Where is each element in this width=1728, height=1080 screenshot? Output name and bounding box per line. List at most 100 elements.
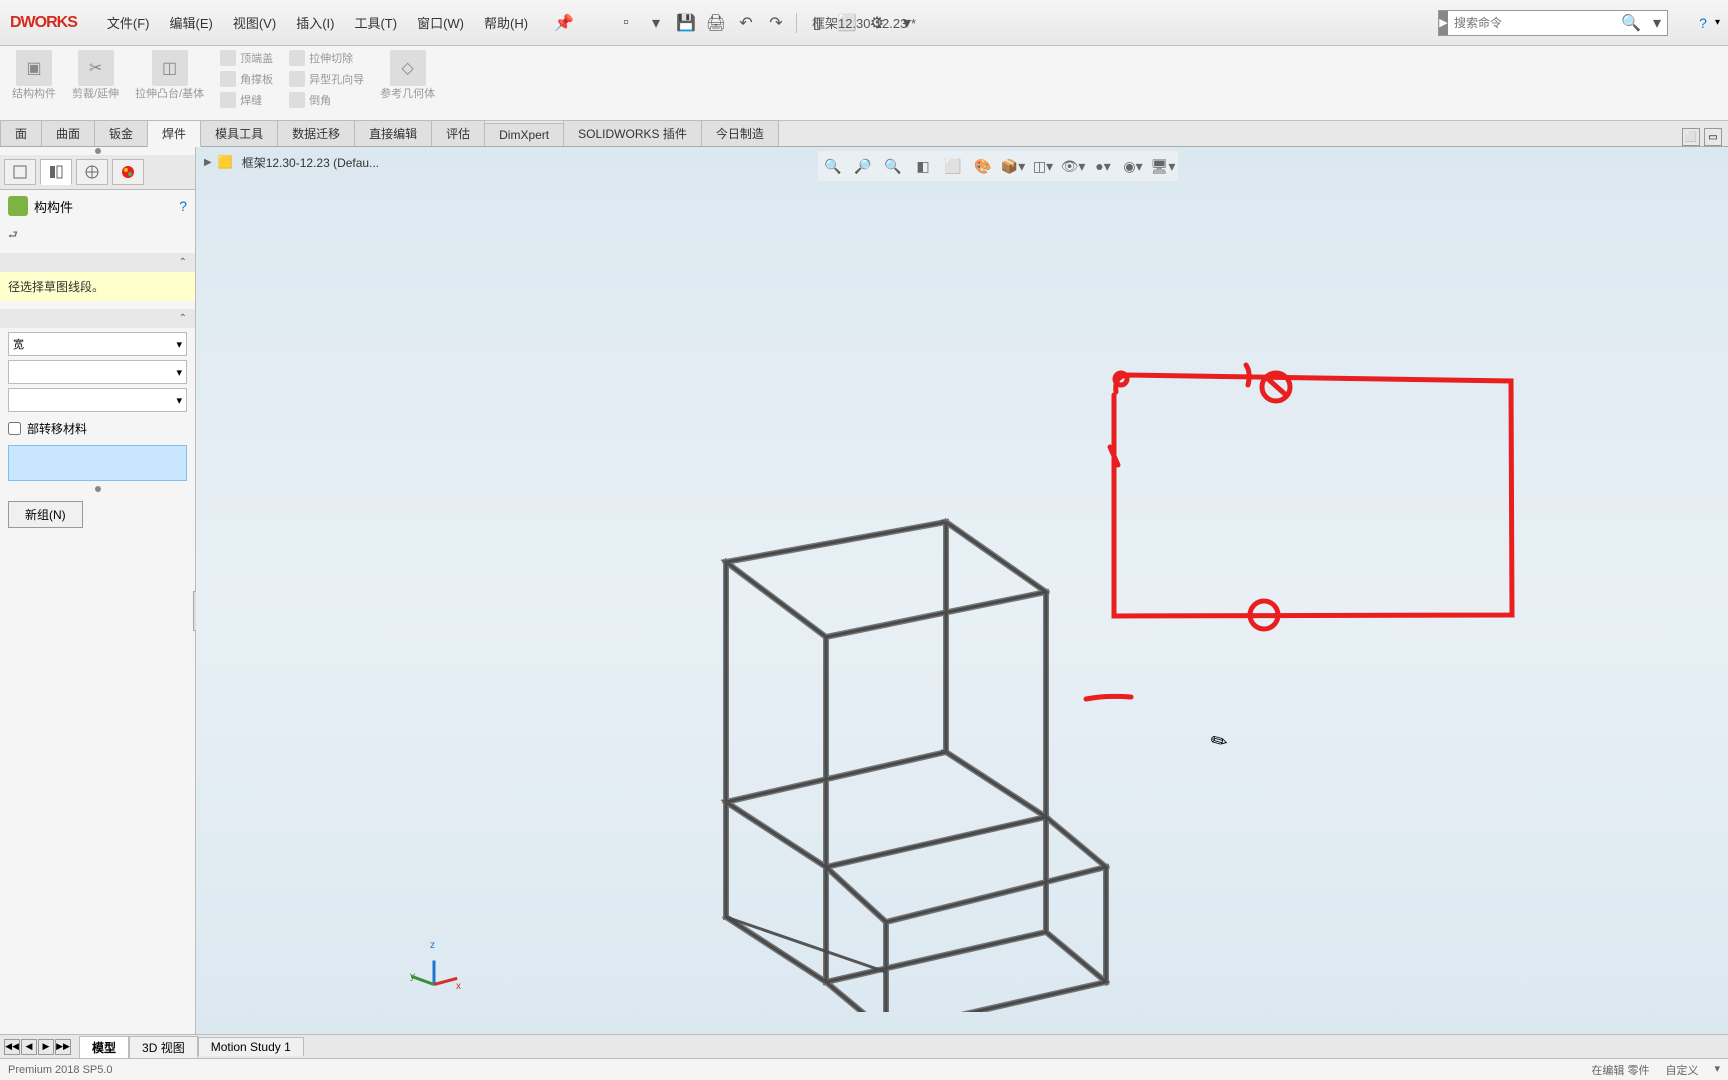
side-tab-appearance[interactable] [112, 159, 144, 185]
structural-member-panel-icon [8, 196, 28, 216]
tab-surface[interactable]: 曲面 [41, 120, 95, 146]
bottom-tab-motion[interactable]: Motion Study 1 [198, 1037, 304, 1056]
menu-edit[interactable]: 编辑(E) [160, 7, 223, 38]
menu-tools[interactable]: 工具(T) [344, 7, 407, 38]
ribbon-hole-wizard[interactable]: 异型孔向导 [285, 69, 368, 89]
menu-help[interactable]: 帮助(H) [474, 7, 538, 38]
tabs-expand-icon[interactable]: ⬜ [1682, 128, 1700, 146]
bottom-tab-bar: ◀◀ ◀ ▶ ▶▶ 模型 3D 视图 Motion Study 1 [0, 1034, 1728, 1058]
y-label: y [410, 971, 415, 982]
new-group-button[interactable]: 新组(N) [8, 501, 83, 528]
section-header-1[interactable]: ⌃ [0, 253, 195, 272]
tab-direct-edit[interactable]: 直接编辑 [354, 120, 432, 146]
tab-nav-prev-icon[interactable]: ◀ [21, 1039, 37, 1055]
extrude-boss-icon: ◫ [152, 50, 188, 86]
main-menu: 文件(F) 编辑(E) 视图(V) 插入(I) 工具(T) 窗口(W) 帮助(H… [97, 7, 538, 38]
help-question-icon[interactable]: ? [1699, 15, 1707, 31]
side-tab-config[interactable] [76, 159, 108, 185]
bottom-tab-model[interactable]: 模型 [79, 1036, 129, 1058]
ref-geom-icon: ◇ [390, 50, 426, 86]
side-tab-feature-tree[interactable] [4, 159, 36, 185]
new-doc-icon[interactable]: ▫ [612, 9, 640, 37]
type-dropdown[interactable]: ▾ [8, 360, 187, 384]
chevron-up-icon[interactable]: ⌃ [179, 257, 187, 268]
bottom-tab-3d-view[interactable]: 3D 视图 [129, 1036, 198, 1058]
property-manager: 构构件 ? ⮐ ⌃ 径选择草图线段。 ⌃ 宽▾ ▾ ▾ 部转移材料 新组(N) [0, 147, 196, 1034]
help-dropdown-icon[interactable]: ▾ [1715, 17, 1720, 28]
size-dropdown[interactable]: ▾ [8, 388, 187, 412]
ribbon-weld-bead[interactable]: 焊缝 [216, 90, 277, 110]
menu-window[interactable]: 窗口(W) [407, 7, 474, 38]
search-menu-icon[interactable]: ▶ [1439, 11, 1448, 35]
tab-data-migration[interactable]: 数据迁移 [277, 120, 355, 146]
x-axis [434, 977, 458, 986]
redo-icon[interactable]: ↷ [762, 9, 790, 37]
gusset-icon [220, 71, 236, 87]
tab-weldments[interactable]: 焊件 [147, 120, 201, 147]
tab-nav-first-icon[interactable]: ◀◀ [4, 1039, 20, 1055]
transfer-material-checkbox[interactable]: 部转移材料 [0, 416, 195, 441]
search-dropdown-icon[interactable]: ▾ [1647, 13, 1667, 33]
section-header-2[interactable]: ⌃ [0, 309, 195, 328]
chevron-up-icon[interactable]: ⌃ [179, 313, 187, 324]
app-logo: DWORKS [0, 14, 87, 32]
ribbon-chamfer[interactable]: 倒角 [285, 90, 368, 110]
transfer-material-input[interactable] [8, 422, 21, 435]
x-label: x [456, 981, 461, 992]
z-axis [433, 961, 436, 985]
save-icon[interactable]: 💾 [672, 9, 700, 37]
ribbon-ref-geom[interactable]: ◇ 参考几何体 [372, 48, 443, 118]
menu-view[interactable]: 视图(V) [223, 7, 286, 38]
ribbon-structural-member[interactable]: ▣ 结构构件 [4, 48, 64, 118]
search-magnify-icon[interactable]: 🔍 [1615, 13, 1647, 33]
z-label: z [430, 940, 435, 951]
pin-back-icon[interactable]: ⮐ [0, 222, 195, 249]
selection-box[interactable] [8, 445, 187, 481]
tab-face[interactable]: 面 [0, 120, 42, 146]
menu-insert[interactable]: 插入(I) [286, 7, 344, 38]
dropdown-icon: ▾ [176, 366, 182, 379]
status-dropdown-icon[interactable]: ▾ [1714, 1062, 1720, 1078]
print-icon[interactable]: 🖨 [702, 9, 730, 37]
document-title: 框架12.30-12.23 * [812, 13, 916, 32]
ribbon-end-cap[interactable]: 顶端盖 [216, 48, 277, 68]
ribbon: ▣ 结构构件 ✂ 剪裁/延伸 ◫ 拉伸凸台/基体 顶端盖 角撑板 焊缝 拉伸切除… [0, 46, 1728, 121]
panel-title: 构构件 [34, 197, 179, 216]
side-tab-property-mgr[interactable] [40, 159, 72, 185]
markup-overlay [196, 147, 1726, 1027]
status-bar: Premium 2018 SP5.0 在编辑 零件 自定义 ▾ [0, 1058, 1728, 1080]
undo-icon[interactable]: ↶ [732, 9, 760, 37]
side-tab-bar [0, 155, 195, 190]
dropdown-icon: ▾ [176, 338, 182, 351]
menu-file[interactable]: 文件(F) [97, 7, 160, 38]
panel-width-handle-top[interactable] [0, 147, 195, 155]
chamfer-icon [289, 92, 305, 108]
panel-header: 构构件 ? [0, 190, 195, 222]
panel-divider[interactable] [0, 485, 195, 493]
tab-nav-next-icon[interactable]: ▶ [38, 1039, 54, 1055]
tabs-close-icon[interactable]: ▭ [1704, 128, 1722, 146]
graphics-viewport[interactable]: ▶ 🟨 框架12.30-12.23 (Defau... 🔍 🔎 🔍 ◧ ⬜ 🎨 … [196, 147, 1728, 1034]
ribbon-extrude-cut[interactable]: 拉伸切除 [285, 48, 368, 68]
tab-evaluate[interactable]: 评估 [431, 120, 485, 146]
search-input[interactable] [1448, 16, 1615, 30]
open-doc-icon[interactable]: ▾ [642, 9, 670, 37]
tab-sheet-metal[interactable]: 钣金 [94, 120, 148, 146]
title-bar: DWORKS 文件(F) 编辑(E) 视图(V) 插入(I) 工具(T) 窗口(… [0, 0, 1728, 46]
tab-today-mfg[interactable]: 今日制造 [701, 120, 779, 146]
tab-sw-addins[interactable]: SOLIDWORKS 插件 [563, 120, 702, 146]
tab-nav-last-icon[interactable]: ▶▶ [55, 1039, 71, 1055]
hole-wizard-icon [289, 71, 305, 87]
trim-extend-icon: ✂ [78, 50, 114, 86]
command-search[interactable]: ▶ 🔍 ▾ [1438, 10, 1668, 36]
ribbon-trim-extend[interactable]: ✂ 剪裁/延伸 [64, 48, 127, 118]
pin-icon[interactable]: 📌 [546, 9, 582, 37]
panel-help-icon[interactable]: ? [179, 198, 187, 214]
tab-mold-tools[interactable]: 模具工具 [200, 120, 278, 146]
status-custom[interactable]: 自定义 [1665, 1062, 1698, 1078]
ribbon-extrude-boss[interactable]: ◫ 拉伸凸台/基体 [127, 48, 212, 118]
ribbon-gusset[interactable]: 角撑板 [216, 69, 277, 89]
standard-dropdown[interactable]: 宽▾ [8, 332, 187, 356]
tab-dimxpert[interactable]: DimXpert [484, 123, 564, 146]
orientation-triad[interactable]: x y z [416, 944, 466, 994]
